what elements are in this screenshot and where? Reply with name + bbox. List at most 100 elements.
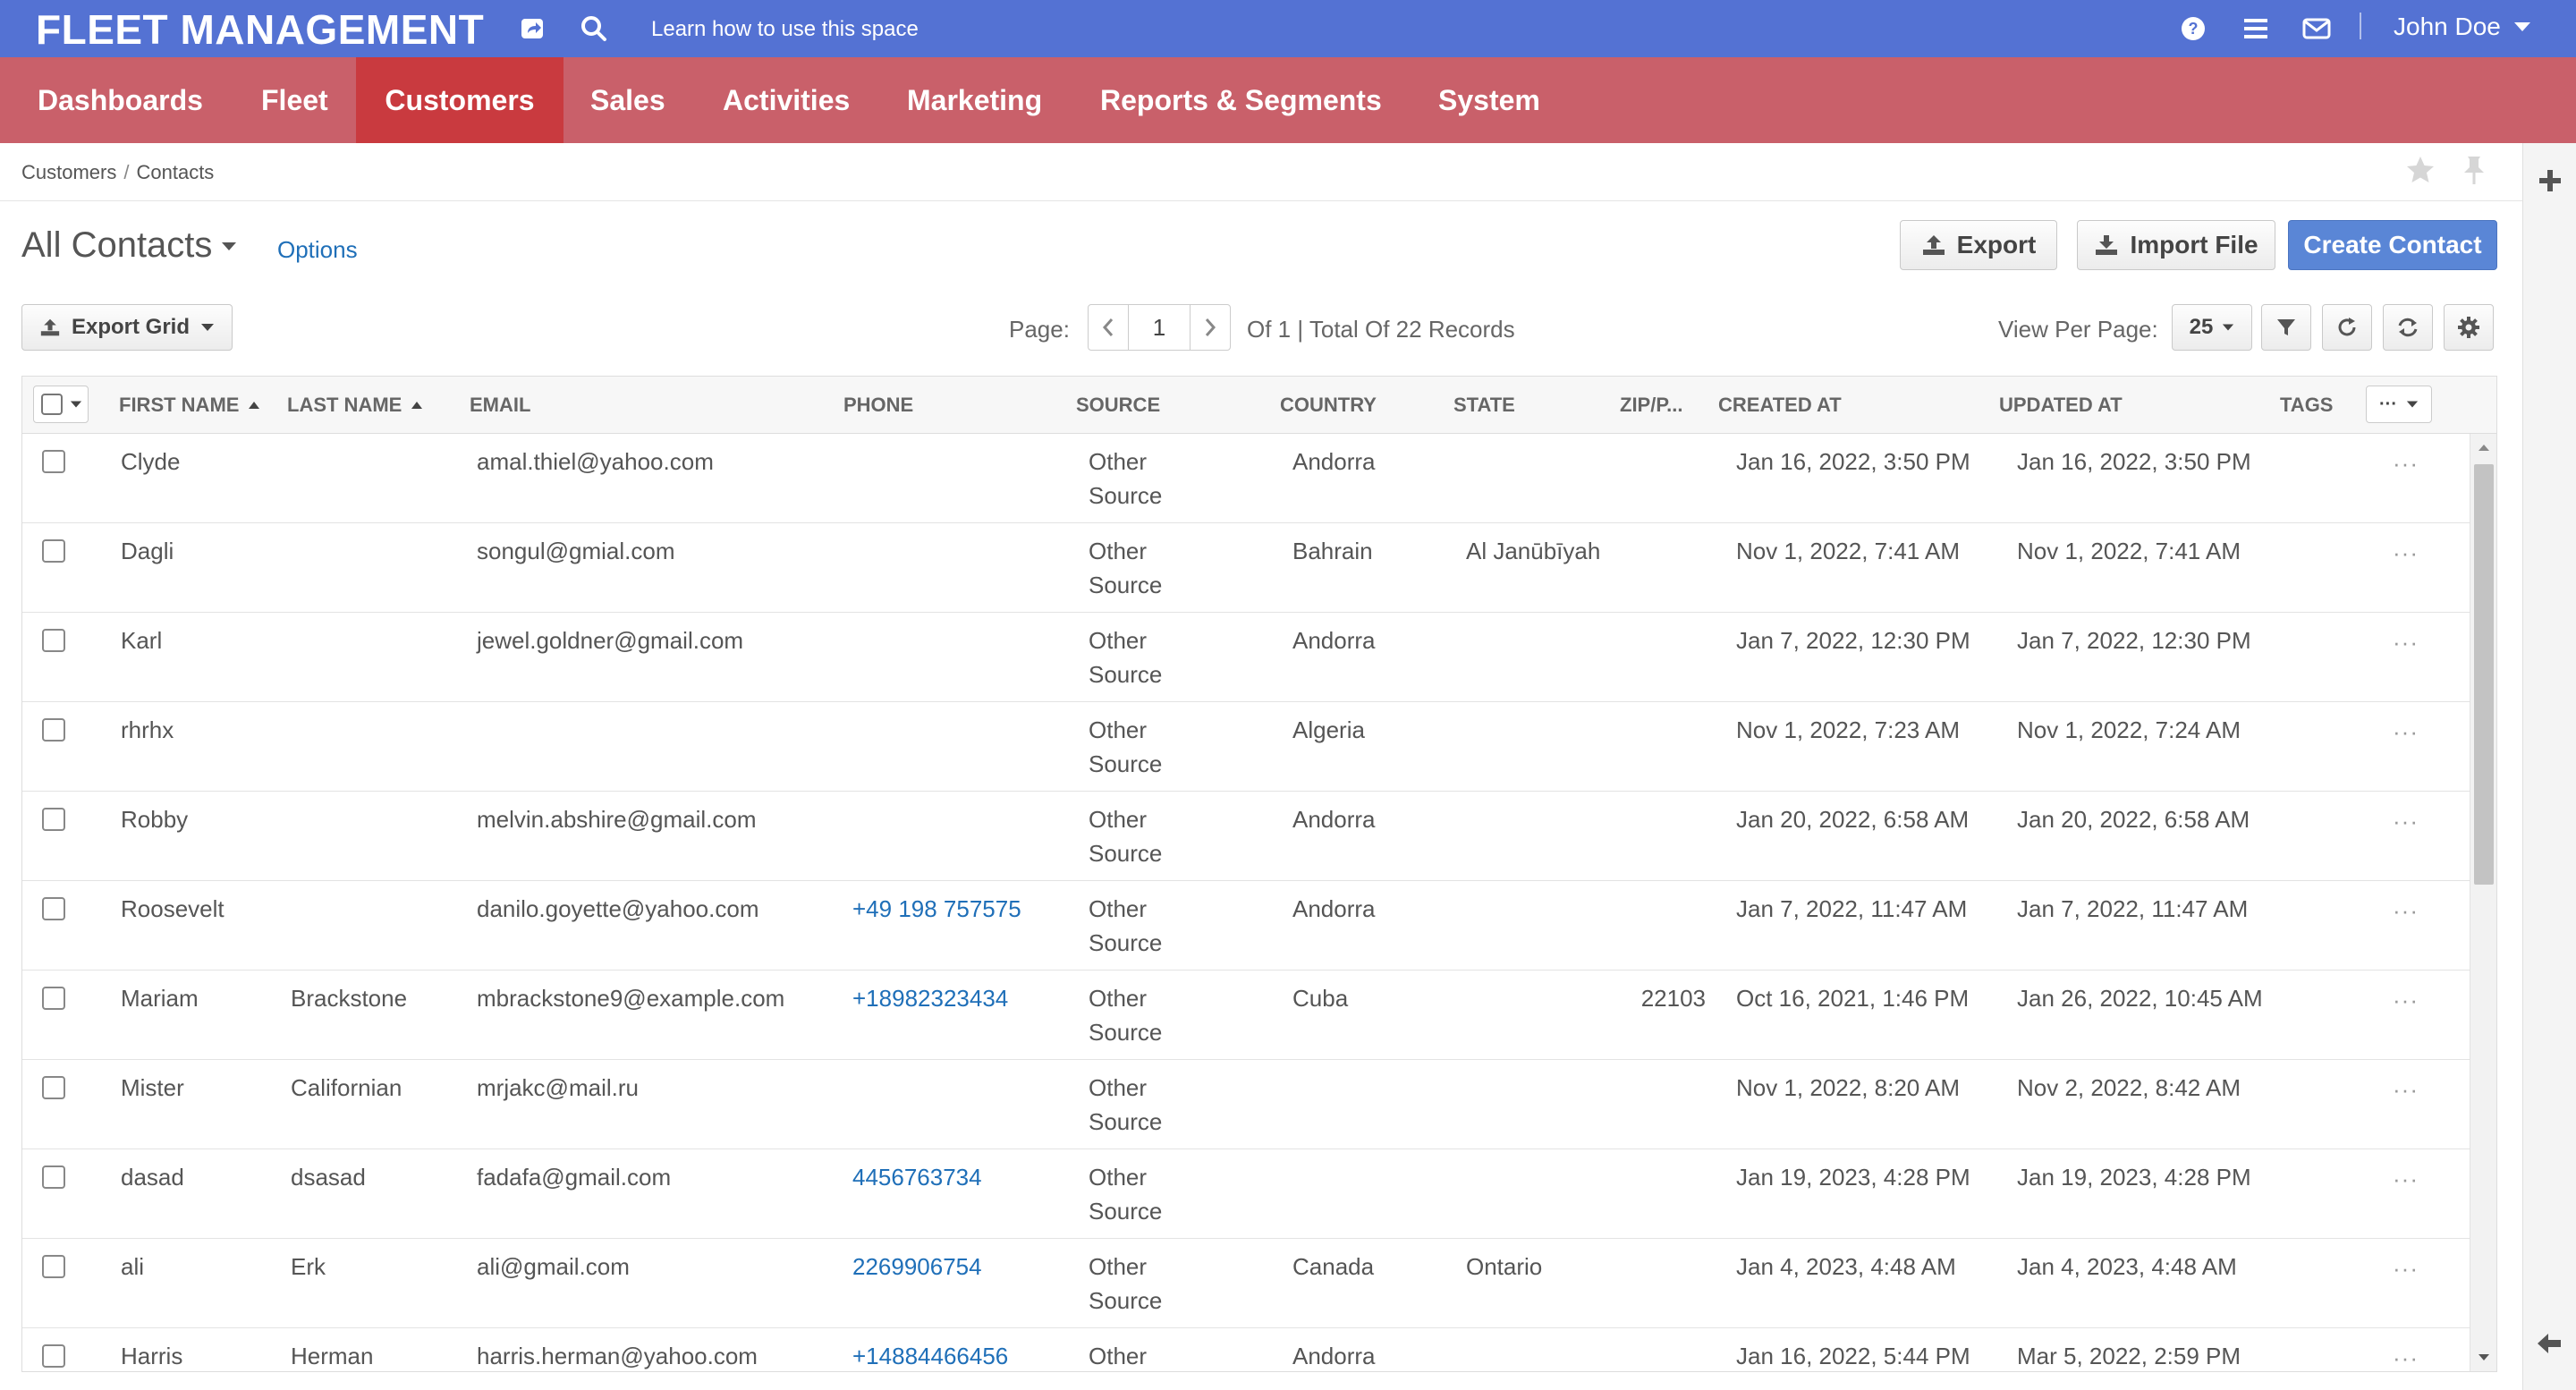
row-checkbox[interactable] [42, 450, 65, 473]
plus-icon[interactable] [2538, 168, 2563, 193]
cell-last-name: Brackstone [291, 985, 408, 1012]
row-actions-menu[interactable]: ··· [2393, 1255, 2419, 1283]
scroll-up-icon[interactable] [2478, 443, 2490, 452]
scrollbar-thumb[interactable] [2474, 464, 2494, 885]
learn-link[interactable]: Learn how to use this space [651, 17, 919, 42]
cell-updated-at: Jan 7, 2022, 12:30 PM [2017, 627, 2251, 654]
menu-fleet[interactable]: Fleet [231, 57, 359, 143]
row-checkbox[interactable] [42, 1076, 65, 1099]
help-icon[interactable]: ? [2177, 13, 2209, 45]
row-actions-menu[interactable]: ··· [2393, 1165, 2419, 1193]
menu-dashboards[interactable]: Dashboards [0, 57, 241, 143]
table-row[interactable]: rhrhx Other Source Algeria Nov 1, 2022, 7:2… [22, 702, 2470, 792]
column-header-email[interactable]: EMAIL [470, 377, 530, 434]
import-file-button[interactable]: Import File [2077, 220, 2275, 270]
column-header-source[interactable]: SOURCE [1076, 377, 1160, 434]
mail-icon[interactable] [2301, 13, 2333, 45]
column-header-last-name[interactable]: LAST NAME [287, 377, 423, 434]
row-actions-menu[interactable]: ··· [2393, 718, 2419, 746]
options-link[interactable]: Options [277, 236, 358, 264]
filter-button[interactable] [2261, 304, 2311, 351]
table-row[interactable]: Mariam Brackstone mbrackstone9@example.com… [22, 970, 2470, 1060]
row-checkbox[interactable] [42, 539, 65, 563]
table-row[interactable]: dasad dsasad fadafa@gmail.com 4456763734 Oth… [22, 1149, 2470, 1239]
row-checkbox[interactable] [42, 987, 65, 1010]
table-row[interactable]: Harris Herman harris.herman@yahoo.com +1488… [22, 1328, 2470, 1371]
row-checkbox[interactable] [42, 718, 65, 742]
column-header-created-at[interactable]: CREATED AT [1718, 377, 1842, 434]
menu-reports-segments[interactable]: Reports & Segments [1073, 57, 1409, 143]
grid-scrollbar[interactable] [2470, 434, 2496, 1371]
cell-phone[interactable]: 2269906754 [852, 1250, 982, 1284]
column-header-first-name[interactable]: FIRST NAME [119, 377, 260, 434]
export-button[interactable]: Export [1900, 220, 2057, 270]
column-header-country[interactable]: COUNTRY [1280, 377, 1377, 434]
cell-phone[interactable]: +18982323434 [852, 981, 1008, 1015]
row-checkbox[interactable] [42, 897, 65, 920]
refresh-button[interactable] [2322, 304, 2372, 351]
row-actions-menu[interactable]: ··· [2393, 987, 2419, 1014]
more-icon: ··· [2379, 394, 2397, 414]
chevron-right-icon[interactable] [1191, 305, 1230, 350]
column-header-updated-at[interactable]: UPDATED AT [1999, 377, 2123, 434]
cell-updated-at: Jan 16, 2022, 3:50 PM [2017, 448, 2251, 475]
user-menu[interactable]: John Doe [2394, 13, 2531, 41]
menu-customers[interactable]: Customers [356, 57, 564, 143]
table-row[interactable]: Karl jewel.goldner@gmail.com Other Source A… [22, 613, 2470, 702]
menu-activities[interactable]: Activities [696, 57, 877, 143]
page-title[interactable]: All Contacts [21, 225, 237, 266]
table-row[interactable]: Mister Californian mrjakc@mail.ru Other Sou… [22, 1060, 2470, 1149]
filter-icon [2275, 317, 2297, 338]
cell-source: Other Source [1089, 716, 1163, 777]
cell-country: Algeria [1292, 716, 1365, 743]
row-actions-menu[interactable]: ··· [2393, 539, 2419, 567]
table-row[interactable]: Clyde amal.thiel@yahoo.com Other Source And… [22, 434, 2470, 523]
chevron-left-icon[interactable] [1089, 305, 1128, 350]
export-grid-button[interactable]: Export Grid [21, 304, 233, 351]
star-icon[interactable] [2404, 154, 2436, 186]
column-header-zip[interactable]: ZIP/P... [1620, 377, 1683, 434]
row-actions-menu[interactable]: ··· [2393, 808, 2419, 835]
row-checkbox[interactable] [42, 629, 65, 652]
row-actions-menu[interactable]: ··· [2393, 629, 2419, 657]
menu-marketing[interactable]: Marketing [880, 57, 1069, 143]
cell-phone[interactable]: +49 198 757575 [852, 892, 1021, 926]
column-header-tags[interactable]: TAGS [2280, 377, 2333, 434]
column-header-state[interactable]: STATE [1453, 377, 1515, 434]
pager: 1 [1088, 304, 1231, 351]
row-actions-menu[interactable]: ··· [2393, 897, 2419, 925]
cell-phone[interactable]: +14884466456 [852, 1339, 1008, 1371]
share-icon[interactable] [517, 13, 549, 45]
row-checkbox[interactable] [42, 1344, 65, 1368]
arrow-left-icon[interactable] [2536, 1331, 2563, 1356]
mass-select-dropdown[interactable] [33, 386, 89, 423]
scroll-down-icon[interactable] [2478, 1353, 2490, 1362]
grid-settings-button[interactable] [2444, 304, 2494, 351]
column-actions-dropdown[interactable]: ··· [2366, 386, 2432, 423]
row-actions-menu[interactable]: ··· [2393, 450, 2419, 478]
table-row[interactable]: Roosevelt danilo.goyette@yahoo.com +49 198… [22, 881, 2470, 970]
cell-created-at: Jan 16, 2022, 3:50 PM [1736, 448, 1970, 475]
row-actions-menu[interactable]: ··· [2393, 1344, 2419, 1371]
list-icon[interactable] [2240, 13, 2272, 45]
app-brand[interactable]: FLEET MANAGEMENT [36, 5, 484, 54]
pin-icon[interactable] [2460, 154, 2488, 186]
search-icon[interactable] [578, 13, 610, 45]
select-all-checkbox[interactable] [41, 394, 63, 415]
table-row[interactable]: Dagli songul@gmial.com Other Source Bahrain… [22, 523, 2470, 613]
row-checkbox[interactable] [42, 808, 65, 831]
menu-sales[interactable]: Sales [564, 57, 692, 143]
cell-phone[interactable]: 4456763734 [852, 1160, 982, 1194]
create-contact-button[interactable]: Create Contact [2288, 220, 2497, 270]
breadcrumb-parent[interactable]: Customers [21, 161, 116, 183]
per-page-select[interactable]: 25 [2172, 304, 2252, 351]
page-input[interactable]: 1 [1128, 305, 1191, 350]
column-header-phone[interactable]: PHONE [843, 377, 913, 434]
row-checkbox[interactable] [42, 1255, 65, 1278]
reset-button[interactable] [2383, 304, 2433, 351]
table-row[interactable]: Robby melvin.abshire@gmail.com Other Sourc… [22, 792, 2470, 881]
table-row[interactable]: ali Erk ali@gmail.com 2269906754 Other Sourc… [22, 1239, 2470, 1328]
menu-system[interactable]: System [1411, 57, 1567, 143]
row-checkbox[interactable] [42, 1165, 65, 1189]
row-actions-menu[interactable]: ··· [2393, 1076, 2419, 1104]
